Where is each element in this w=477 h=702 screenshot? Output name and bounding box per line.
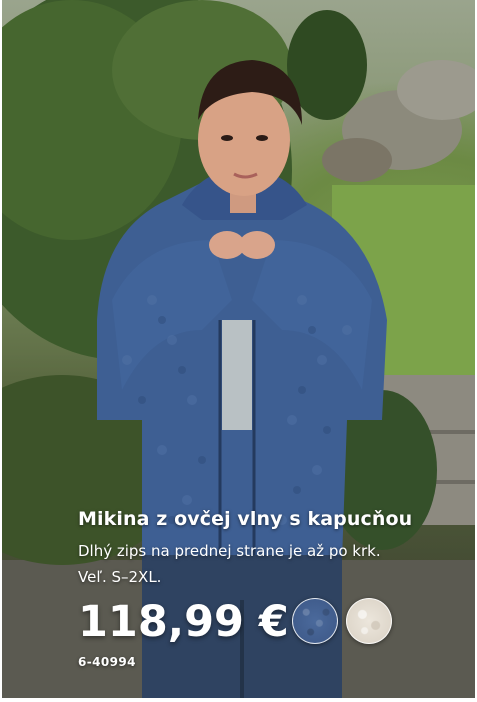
blue-swatch[interactable]: [292, 598, 338, 644]
product-card[interactable]: Mikina z ovčej vlny s kapucňou Dlhý zips…: [2, 0, 475, 698]
product-title[interactable]: Mikina z ovčej vlny s kapucňou: [78, 508, 412, 530]
product-code: 6-40994: [78, 655, 136, 669]
cream-swatch[interactable]: [346, 598, 392, 644]
product-sizes: Veľ. S–2XL.: [78, 568, 162, 586]
product-price: 118,99 €: [78, 597, 289, 647]
color-swatches: [292, 598, 392, 644]
product-description: Dlhý zips na prednej strane je až po krk…: [78, 542, 381, 560]
